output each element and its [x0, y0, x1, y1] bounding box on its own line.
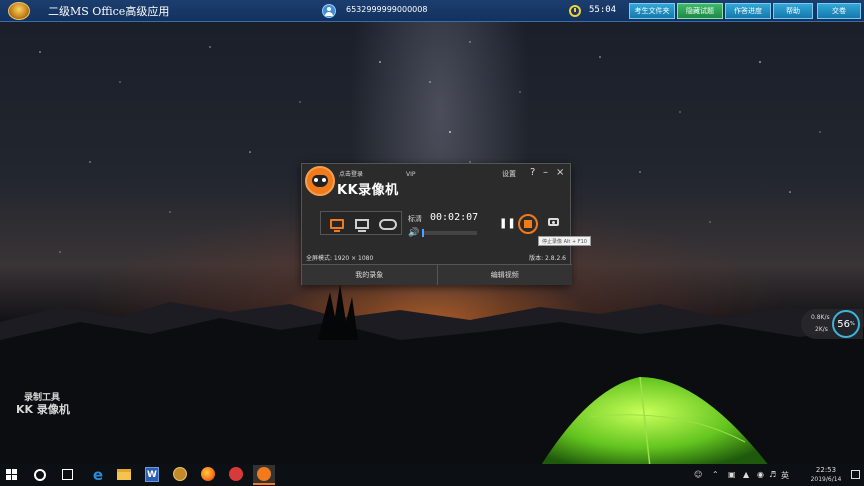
kk-info-row: 全屏模式: 1920 × 1080 版本: 2.8.2.6 [302, 252, 572, 262]
firefox-icon[interactable] [201, 467, 215, 481]
file-explorer-icon[interactable] [117, 469, 131, 480]
edge-icon[interactable]: e [90, 467, 106, 483]
candidate-folder-button[interactable]: 考生文件夹 [629, 3, 675, 19]
close-icon[interactable]: × [556, 167, 564, 178]
download-speed: 2K/s [815, 326, 828, 333]
fullscreen-resolution: 全屏模式: 1920 × 1080 [306, 255, 374, 262]
record-timer: 00:02:07 [430, 212, 479, 223]
notification-icon[interactable] [851, 470, 860, 479]
version-label: 版本: 2.8.2.6 [529, 255, 566, 262]
help-icon[interactable]: ? [530, 167, 535, 178]
memory-gauge[interactable]: 56% [832, 310, 860, 338]
exam-top-bar: 二级MS Office高级应用 6532999999000008 55:04 考… [0, 0, 864, 22]
wifi-icon[interactable]: ◉ [757, 470, 764, 479]
exam-logo [8, 1, 30, 20]
people-icon[interactable]: ☺ [694, 470, 702, 479]
watermark-line2: KK 录像机 [16, 403, 70, 416]
clock-icon [569, 5, 581, 17]
kk-brand-title: KK录像机 [337, 183, 399, 198]
fullscreen-mode-icon[interactable] [330, 219, 344, 232]
exam-timer: 55:04 [589, 5, 617, 15]
kk-recorder-header: 点击登录 KK录像机 VIP 设置 ? – × [302, 164, 572, 206]
glowing-tent [540, 376, 770, 468]
user-icon [322, 4, 336, 18]
pause-button[interactable]: ❚❚ [499, 218, 516, 229]
minimize-icon[interactable]: – [543, 167, 548, 178]
volume-slider[interactable] [422, 229, 477, 237]
kk-recorder-controls: 标清 00:02:07 🔊 ❚❚ [302, 206, 572, 252]
chevron-up-icon[interactable]: ⌃ [712, 470, 719, 479]
kk-logo-icon[interactable] [305, 166, 335, 196]
vip-badge[interactable]: VIP [406, 171, 416, 178]
task-view-icon[interactable] [62, 469, 73, 480]
exam-candidate-id: 6532999999000008 [346, 5, 428, 14]
taskbar-time[interactable]: 22:53 [808, 466, 844, 474]
volume-icon[interactable]: 🔊 [408, 228, 419, 238]
edit-video-button[interactable]: 编辑视频 [436, 264, 572, 285]
stop-tooltip: 停止录像 Alt + F10 [538, 236, 591, 246]
window-mode-icon[interactable] [355, 219, 369, 232]
netease-music-icon[interactable] [229, 467, 243, 481]
start-icon[interactable] [6, 469, 18, 481]
gauge-unit: % [849, 321, 855, 327]
quality-selector[interactable]: 标清 [408, 214, 422, 224]
stop-record-button[interactable] [518, 214, 538, 234]
kk-recorder-window: 点击登录 KK录像机 VIP 设置 ? – × 标清 00:02:07 🔊 ❚❚… [301, 163, 572, 285]
network-icon[interactable]: ▣ [728, 470, 736, 479]
record-mode-selector [320, 211, 402, 235]
settings-button[interactable]: 设置 [502, 169, 516, 179]
upload-speed: 0.8K/s [811, 314, 830, 321]
word-icon[interactable]: W [145, 467, 159, 482]
kk-bottom-tabs: 我的录象 编辑视频 [302, 264, 572, 285]
taskbar-date[interactable]: 2019/6/14 [805, 476, 847, 483]
windows-taskbar: e W ☺ ⌃ ▣ ▲ ◉ ♬ 英 22:53 2019/6/14 [0, 464, 864, 486]
gauge-percent: 56 [837, 318, 850, 330]
ime-indicator[interactable]: 英 [781, 470, 789, 481]
submit-exam-button[interactable]: 交卷 [817, 3, 861, 19]
search-icon[interactable] [34, 469, 46, 481]
screenshot-camera-icon[interactable] [548, 218, 559, 226]
answer-progress-button[interactable]: 作答进度 [725, 3, 771, 19]
volume-tray-icon[interactable]: ♬ [769, 470, 776, 479]
help-button[interactable]: 帮助 [773, 3, 813, 19]
security-icon[interactable]: ▲ [743, 470, 749, 479]
login-link[interactable]: 点击登录 [339, 169, 363, 178]
exam-title: 二级MS Office高级应用 [48, 4, 170, 18]
exam-app-icon[interactable] [173, 467, 187, 481]
hide-question-button[interactable]: 隐藏试题 [677, 3, 723, 19]
game-mode-icon[interactable] [379, 219, 397, 230]
kk-recorder-icon[interactable] [253, 465, 275, 485]
my-recordings-button[interactable]: 我的录象 [302, 264, 437, 285]
